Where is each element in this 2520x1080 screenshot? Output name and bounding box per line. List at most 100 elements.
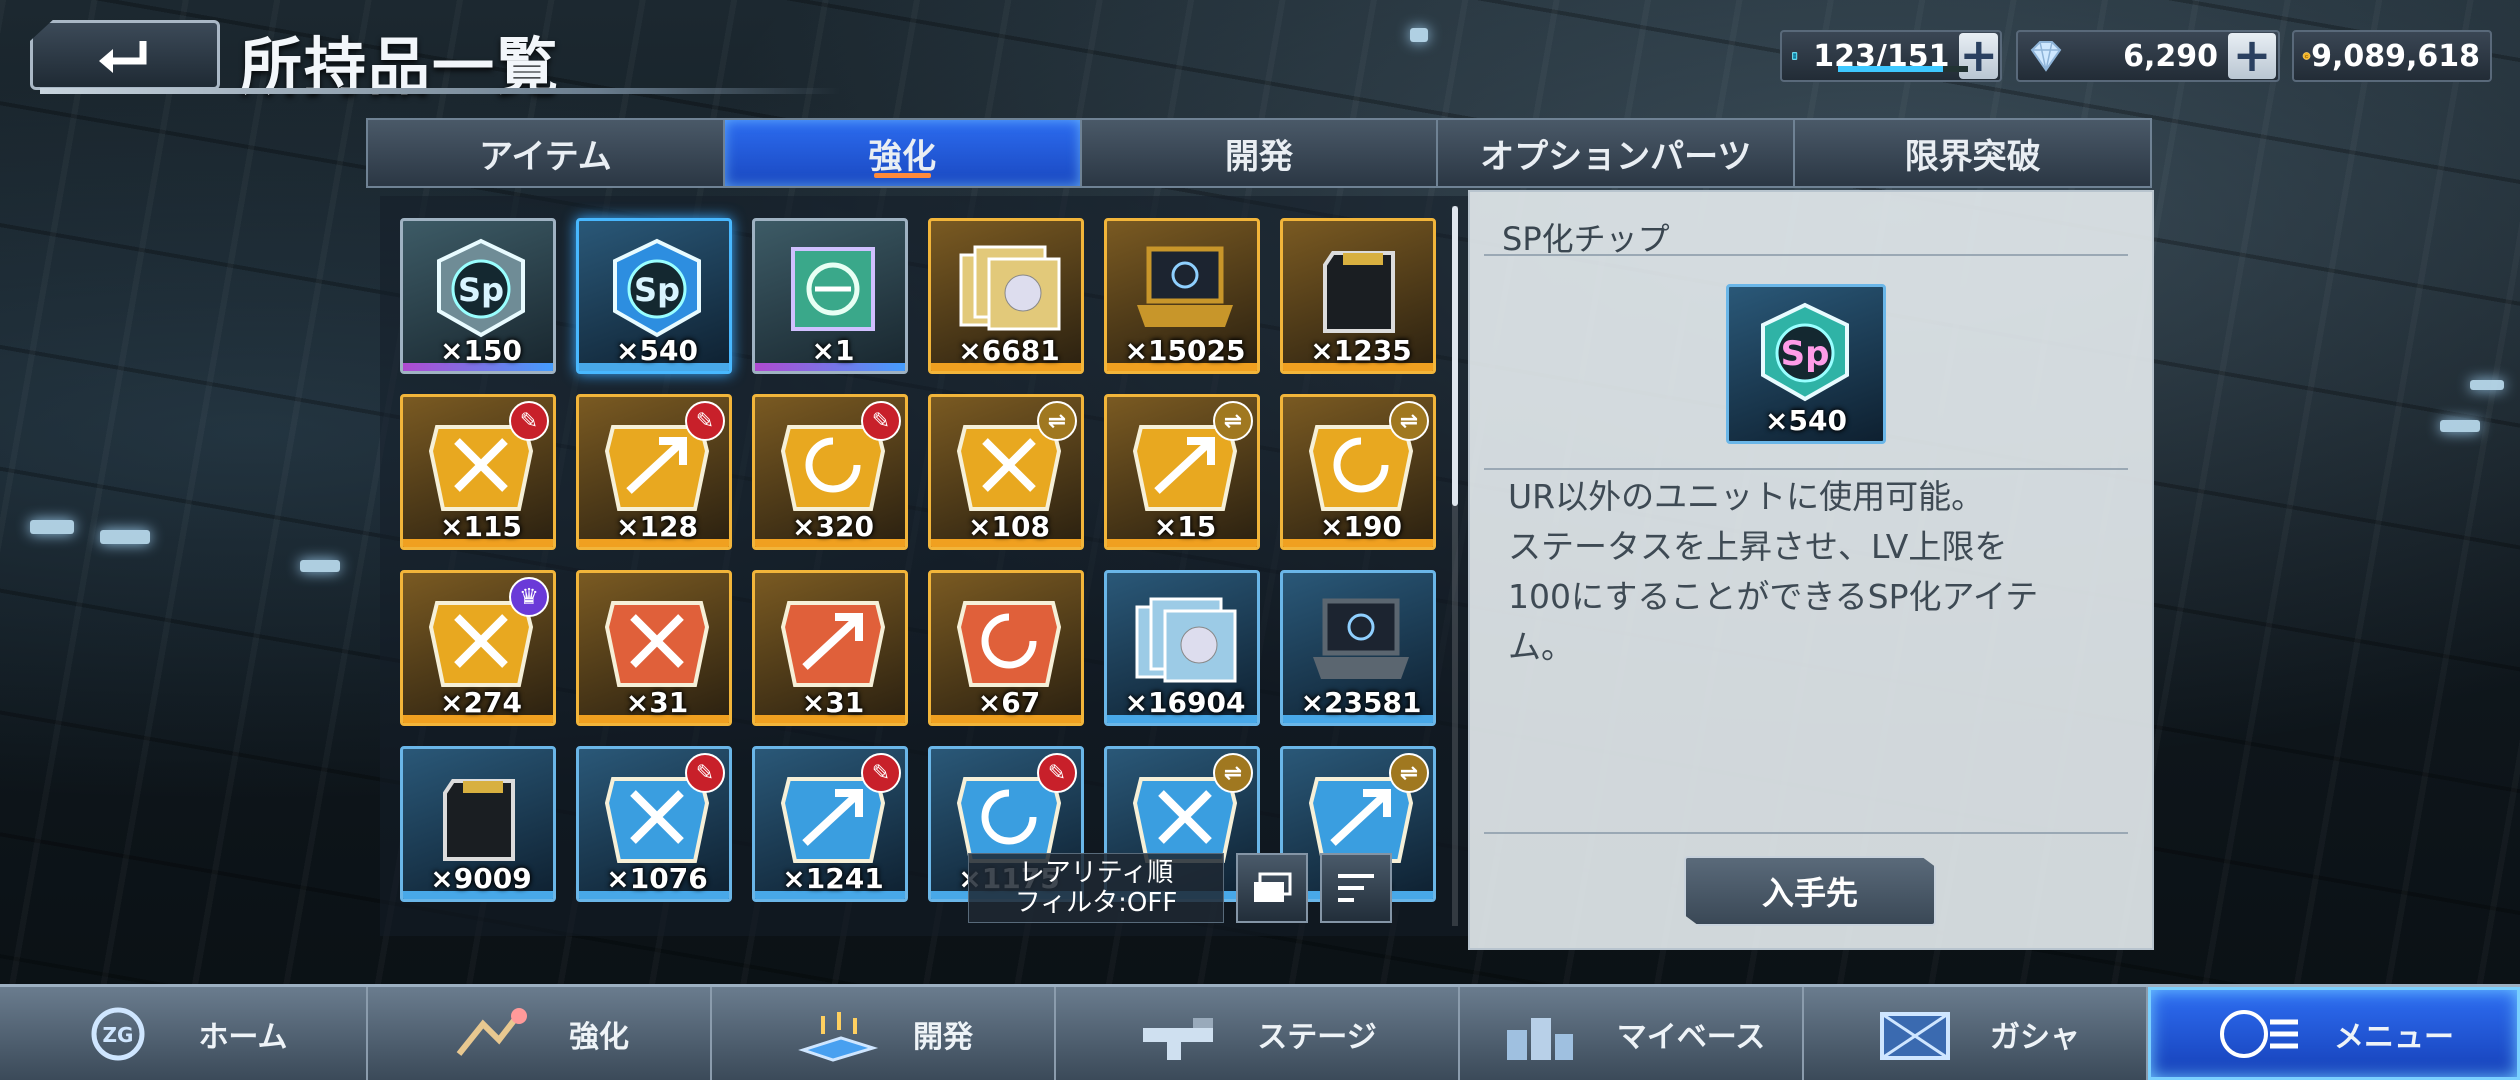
laptop-gray-icon bbox=[1313, 598, 1409, 679]
nav-item-1[interactable]: 強化 bbox=[368, 987, 712, 1080]
inventory-item[interactable]: ×15 ⇌ bbox=[1104, 394, 1260, 556]
item-card: ×31 bbox=[576, 570, 732, 726]
inventory-item[interactable]: ×1241 ✎ bbox=[752, 746, 908, 908]
item-quantity: ×31 bbox=[625, 686, 689, 719]
nav-item-6[interactable]: メニュー bbox=[2148, 987, 2520, 1080]
item-quantity: ×128 bbox=[616, 510, 698, 543]
item-card: ×1076 ✎ bbox=[576, 746, 732, 902]
item-card: ×320 ✎ bbox=[752, 394, 908, 550]
nav-label: ホーム bbox=[198, 1019, 288, 1055]
add-gem-button[interactable]: + bbox=[2228, 32, 2276, 79]
item-card: ×6681 bbox=[928, 218, 1084, 374]
crest-arrow-red-icon bbox=[780, 601, 886, 687]
hangar-light bbox=[30, 520, 74, 534]
item-quantity: ×1 bbox=[811, 334, 855, 367]
item-quantity: ×9009 bbox=[430, 862, 532, 895]
back-arrow-icon bbox=[99, 41, 147, 73]
item-card: ×108 ⇌ bbox=[928, 394, 1084, 550]
sort-lines-icon bbox=[1338, 874, 1374, 902]
item-quantity: ×1235 bbox=[1310, 334, 1412, 367]
red-badge-icon: ✎ bbox=[685, 753, 725, 793]
back-button[interactable] bbox=[30, 20, 220, 90]
inventory-item[interactable]: ×108 ⇌ bbox=[928, 394, 1084, 556]
item-quantity: ×1076 bbox=[606, 862, 708, 895]
card-blue-icon bbox=[443, 779, 515, 861]
tab-0[interactable]: アイテム bbox=[368, 120, 725, 186]
inventory-item[interactable]: ×6681 bbox=[928, 218, 1084, 380]
nav-item-2[interactable]: 開発 bbox=[712, 987, 1056, 1080]
stage-icon bbox=[1143, 1017, 1214, 1060]
inventory-item[interactable]: ×9009 bbox=[400, 746, 556, 908]
item-quantity: ×150 bbox=[440, 334, 522, 367]
crest-x-red-icon bbox=[604, 601, 710, 687]
tab-1[interactable]: 強化 bbox=[724, 120, 1082, 186]
inventory-item[interactable]: ×16904 bbox=[1104, 570, 1260, 732]
sp-chip-blue-icon: Sp bbox=[613, 238, 701, 338]
nav-label: 強化 bbox=[569, 1019, 629, 1055]
tab-2[interactable]: 開発 bbox=[1082, 120, 1439, 186]
coin-counter: C 9,089,618 bbox=[2292, 30, 2492, 82]
coin-value: 9,089,618 bbox=[2311, 38, 2480, 74]
inventory-item[interactable]: ×31 bbox=[752, 570, 908, 732]
gem-icon bbox=[2030, 41, 2062, 72]
inventory-item[interactable]: ×190 ⇌ bbox=[1280, 394, 1436, 556]
item-card: Sp ×150 bbox=[400, 218, 556, 374]
nav-item-3[interactable]: ステージ bbox=[1056, 987, 1460, 1080]
hangar-light bbox=[2440, 420, 2480, 432]
nav-item-5[interactable]: ガシャ bbox=[1804, 987, 2148, 1080]
item-card: ×31 bbox=[752, 570, 908, 726]
sp-chip-icon: Sp bbox=[1761, 302, 1849, 402]
coin-icon: C bbox=[2302, 52, 2311, 60]
inventory-item[interactable]: ×31 bbox=[576, 570, 732, 732]
filter-button[interactable] bbox=[1236, 853, 1308, 923]
item-quantity: ×16904 bbox=[1124, 686, 1246, 719]
sort-direction-button[interactable] bbox=[1320, 853, 1392, 923]
detail-item-description: UR以外のユニットに使用可能。 ステータスを上昇させ、LV上限を 100にするこ… bbox=[1508, 477, 2039, 666]
stamina-fill bbox=[1838, 66, 1944, 72]
red-badge-icon: ✎ bbox=[861, 401, 901, 441]
scrollbar-thumb[interactable] bbox=[1452, 206, 1458, 506]
nav-item-4[interactable]: マイベース bbox=[1460, 987, 1804, 1080]
inventory-item[interactable]: Sp ×150 bbox=[400, 218, 556, 380]
inventory-item[interactable]: ×128 ✎ bbox=[576, 394, 732, 556]
item-card: Sp ×540 bbox=[576, 218, 732, 374]
inventory-item[interactable]: ×1076 ✎ bbox=[576, 746, 732, 908]
detail-item-quantity: ×540 bbox=[1765, 404, 1847, 437]
inventory-item[interactable]: ×274 ♛ bbox=[400, 570, 556, 732]
stamina-bar bbox=[1838, 66, 1968, 72]
hangar-light bbox=[1410, 28, 1428, 42]
sort-order-label: レアリティ順 bbox=[1018, 858, 1174, 888]
item-quantity: ×67 bbox=[977, 686, 1041, 719]
svg-text:Sp: Sp bbox=[1781, 334, 1830, 374]
gold-badge-icon: ⇌ bbox=[1213, 753, 1253, 793]
chip-green-icon bbox=[791, 247, 875, 331]
item-quantity: ×31 bbox=[801, 686, 865, 719]
item-card: ×67 bbox=[928, 570, 1084, 726]
disk-gold-icon bbox=[959, 245, 1061, 331]
nav-item-0[interactable]: ZG ホーム bbox=[0, 987, 368, 1080]
add-stamina-button[interactable]: + bbox=[1959, 32, 1998, 79]
acquisition-source-button[interactable]: 入手先 bbox=[1684, 856, 1936, 926]
sort-order-button[interactable]: レアリティ順 フィルタ:OFF bbox=[968, 853, 1224, 923]
inventory-item[interactable]: ×1235 bbox=[1280, 218, 1436, 380]
tab-4[interactable]: 限界突破 bbox=[1795, 120, 2150, 186]
inventory-item[interactable]: ×67 bbox=[928, 570, 1084, 732]
item-card: ×128 ✎ bbox=[576, 394, 732, 550]
grid-scrollbar[interactable] bbox=[1452, 206, 1458, 926]
gold-badge-icon: ⇌ bbox=[1213, 401, 1253, 441]
red-badge-icon: ✎ bbox=[685, 401, 725, 441]
svg-text:ZG: ZG bbox=[103, 1023, 134, 1047]
tab-3[interactable]: オプションパーツ bbox=[1438, 120, 1796, 186]
inventory-item[interactable]: ×1 bbox=[752, 218, 908, 380]
gem-counter: 6,290 + bbox=[2016, 30, 2280, 82]
inventory-item[interactable]: ×320 ✎ bbox=[752, 394, 908, 556]
item-card: ×1 bbox=[752, 218, 908, 374]
hangar-light bbox=[100, 530, 150, 544]
item-card: ×16904 bbox=[1104, 570, 1260, 726]
inventory-item[interactable]: ×15025 bbox=[1104, 218, 1260, 380]
develop-icon bbox=[798, 1011, 879, 1062]
inventory-item[interactable]: ×23581 bbox=[1280, 570, 1436, 732]
detail-item-icon: Sp ×540 bbox=[1726, 284, 1886, 444]
inventory-item[interactable]: ×115 ✎ bbox=[400, 394, 556, 556]
inventory-item[interactable]: Sp ×540 bbox=[576, 218, 732, 380]
